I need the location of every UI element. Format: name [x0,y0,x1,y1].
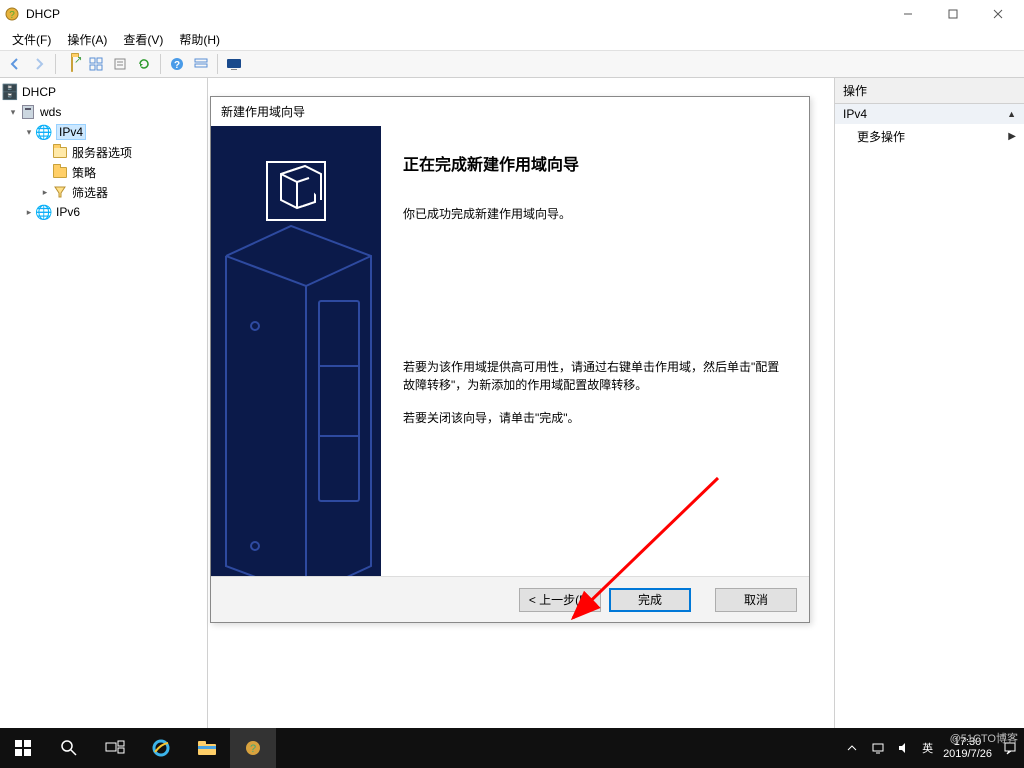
menu-help[interactable]: 帮助(H) [171,29,228,50]
tiles-view-button[interactable] [85,53,107,75]
start-button[interactable] [0,728,46,768]
finish-button[interactable]: 完成 [609,588,691,612]
toolbar-separator [217,54,218,74]
actions-header: 操作 [835,78,1024,104]
tree-ipv4-label: IPv4 [56,124,86,140]
cancel-button[interactable]: 取消 [715,588,797,612]
actions-section[interactable]: IPv4 ▲ [835,104,1024,124]
server-icon [20,104,36,120]
chevron-right-icon: ▶ [1008,131,1016,142]
collapse-icon[interactable]: ▾ [6,107,20,118]
app-icon: ? [4,6,20,22]
actions-section-label: IPv4 [843,107,867,121]
up-folder-button[interactable]: ↗ [61,53,83,75]
system-tray: 英 17:30 2019/7/26 [844,736,1024,760]
minimize-button[interactable] [885,0,930,28]
options-icon [52,144,68,160]
tree-ipv6[interactable]: ▸ 🌐 IPv6 [0,202,207,222]
svg-text:?: ? [250,743,256,755]
expand-icon[interactable]: ▸ [38,187,52,198]
menu-action[interactable]: 操作(A) [59,29,115,50]
taskbar-dhcp[interactable]: ? [230,728,276,768]
tray-notifications-icon[interactable] [1002,740,1018,756]
ipv4-icon: 🌐 [36,124,52,140]
tree-server-label: wds [40,105,61,119]
tree-server-options[interactable]: 服务器选项 [0,142,207,162]
tray-chevron-icon[interactable] [844,740,860,756]
toolbar-separator [160,54,161,74]
expand-icon[interactable]: ▸ [22,207,36,218]
properties-button[interactable] [109,53,131,75]
close-button[interactable] [975,0,1020,28]
maximize-button[interactable] [930,0,975,28]
collapse-icon[interactable]: ▲ [1007,109,1016,119]
actions-pane: 操作 IPv4 ▲ 更多操作 ▶ [834,78,1024,728]
tray-clock[interactable]: 17:30 2019/7/26 [943,736,992,760]
tray-network-icon[interactable] [870,740,886,756]
banner-decoration [211,126,381,576]
tree-root[interactable]: 🗄️ DHCP [0,82,207,102]
tree-root-label: DHCP [22,85,56,99]
content-pane: 新建作用域向导 [208,78,834,728]
dialog-footer: < 上一步(B) 完成 取消 [211,576,809,622]
nav-forward-button [28,53,50,75]
menubar: 文件(F) 操作(A) 查看(V) 帮助(H) [0,28,1024,50]
tree-ipv4[interactable]: ▾ 🌐 IPv4 [0,122,207,142]
dialog-body: 正在完成新建作用域向导 你已成功完成新建作用域向导。 若要为该作用域提供高可用性… [211,126,809,576]
actions-more-label: 更多操作 [857,128,905,145]
dialog-text-1: 你已成功完成新建作用域向导。 [403,205,787,224]
tree-server-options-label: 服务器选项 [72,144,132,161]
tree-filters-label: 筛选器 [72,184,108,201]
body-area: 🗄️ DHCP ▾ wds ▾ 🌐 IPv4 服务器选项 策略 ▸ 筛选器 ▸ [0,78,1024,728]
tray-ime[interactable]: 英 [922,740,933,756]
tray-time: 17:30 [943,736,992,748]
nav-back-button[interactable] [4,53,26,75]
dhcp-icon: 🗄️ [2,84,18,100]
menu-view[interactable]: 查看(V) [115,29,171,50]
tree-server[interactable]: ▾ wds [0,102,207,122]
search-button[interactable] [46,728,92,768]
tree-policies[interactable]: 策略 [0,162,207,182]
actions-more[interactable]: 更多操作 ▶ [835,124,1024,149]
svg-text:?: ? [9,10,15,21]
back-button[interactable]: < 上一步(B) [519,588,601,612]
collapse-icon[interactable]: ▾ [22,127,36,138]
dialog-text-2: 若要为该作用域提供高可用性，请通过右键单击作用域，然后单击"配置故障转移"，为新… [403,358,787,395]
dialog-title: 新建作用域向导 [211,97,809,126]
toolbar-separator [55,54,56,74]
tray-volume-icon[interactable] [896,740,912,756]
taskbar: ? 英 17:30 2019/7/26 [0,728,1024,768]
dialog-heading: 正在完成新建作用域向导 [403,151,787,175]
list-view-button[interactable] [190,53,212,75]
dialog-text-3: 若要关闭该向导，请单击"完成"。 [403,409,787,428]
console-button[interactable] [223,53,245,75]
wizard-dialog: 新建作用域向导 [210,96,810,623]
refresh-button[interactable] [133,53,155,75]
dialog-content: 正在完成新建作用域向导 你已成功完成新建作用域向导。 若要为该作用域提供高可用性… [381,126,809,576]
tray-date: 2019/7/26 [943,748,992,760]
svg-text:?: ? [174,60,180,71]
filters-icon [52,184,68,200]
taskbar-explorer[interactable] [184,728,230,768]
window-title: DHCP [26,7,885,21]
window-controls [885,0,1020,28]
help-button[interactable]: ? [166,53,188,75]
tree-ipv6-label: IPv6 [56,205,80,219]
task-view-button[interactable] [92,728,138,768]
tree-policies-label: 策略 [72,164,96,181]
taskbar-ie[interactable] [138,728,184,768]
menu-file[interactable]: 文件(F) [4,29,59,50]
titlebar: ? DHCP [0,0,1024,28]
tree-filters[interactable]: ▸ 筛选器 [0,182,207,202]
tree-pane[interactable]: 🗄️ DHCP ▾ wds ▾ 🌐 IPv4 服务器选项 策略 ▸ 筛选器 ▸ [0,78,208,728]
ipv6-icon: 🌐 [36,204,52,220]
toolbar: ↗ ? [0,50,1024,78]
dialog-banner [211,126,381,576]
policies-icon [52,164,68,180]
